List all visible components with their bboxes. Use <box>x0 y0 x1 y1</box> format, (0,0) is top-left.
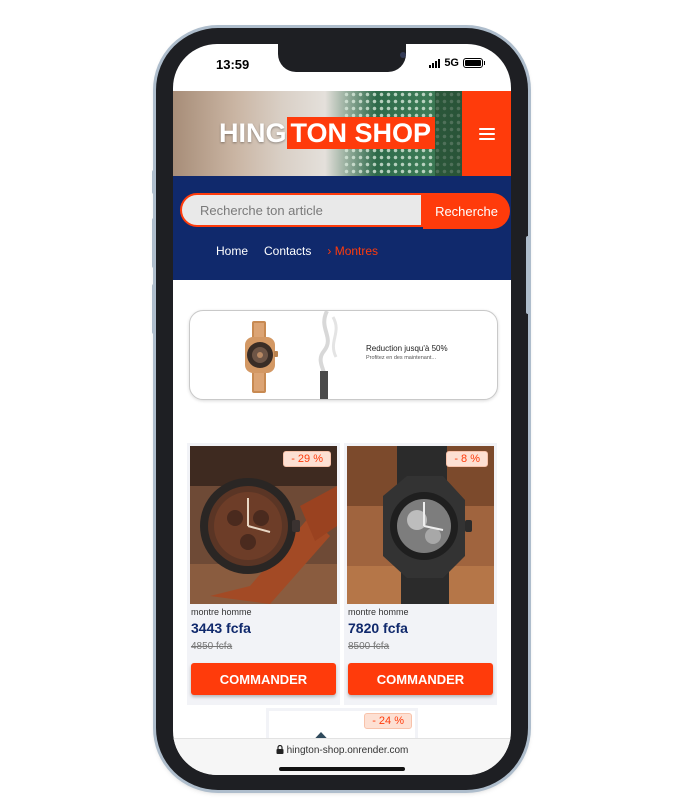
search-nav-band: Recherche Home Contacts › Montres <box>173 176 511 280</box>
search-button[interactable]: Recherche <box>423 193 510 229</box>
nav-home-link[interactable]: Home <box>216 244 248 258</box>
status-time: 13:59 <box>216 57 250 72</box>
order-button[interactable]: COMMANDER <box>191 663 336 695</box>
search-input[interactable] <box>180 193 423 227</box>
order-button[interactable]: COMMANDER <box>348 663 493 695</box>
signal-icon <box>429 58 441 68</box>
promo-text: Reduction jusqu'à 50% Profitez en des ma… <box>366 344 448 361</box>
discount-badge: - 8 % <box>446 451 488 467</box>
phone-screen: 13:59 5G HING TON SHOP Recherche Home Co… <box>173 44 511 775</box>
promo-watch-image <box>245 311 338 399</box>
hamburger-icon <box>478 127 495 140</box>
logo-text-part2: TON SHOP <box>286 117 436 149</box>
product-price: 7820 fcfa <box>348 620 408 636</box>
phone-silent-switch <box>152 170 156 194</box>
lock-icon <box>276 744 284 754</box>
shop-logo[interactable]: HING TON SHOP <box>219 117 436 149</box>
nav-contacts-link[interactable]: Contacts <box>264 244 311 258</box>
url-display[interactable]: hington-shop.onrender.com <box>173 744 511 756</box>
promo-title: Reduction jusqu'à 50% <box>366 344 448 353</box>
phone-power-button <box>526 236 530 314</box>
camera <box>400 52 406 58</box>
notch <box>278 44 406 72</box>
discount-badge: - 24 % <box>364 713 412 729</box>
product-price: 3443 fcfa <box>191 620 251 636</box>
product-category: montre homme <box>348 607 409 617</box>
logo-text-part1: HING <box>219 118 287 148</box>
hero-banner: HING TON SHOP <box>173 91 511 176</box>
status-indicators: 5G <box>429 57 485 69</box>
browser-url-bar[interactable]: hington-shop.onrender.com <box>173 738 511 775</box>
product-old-price: 4850 fcfa <box>191 641 233 652</box>
network-type: 5G <box>444 57 459 69</box>
home-indicator[interactable] <box>279 767 405 771</box>
product-image[interactable]: - 8 % <box>347 446 494 604</box>
search-bar: Recherche <box>180 193 510 229</box>
promo-subtitle: Profitez en des maintenant... <box>366 355 437 361</box>
battery-icon <box>463 58 485 68</box>
product-category: montre homme <box>191 607 252 617</box>
discount-badge: - 29 % <box>283 451 331 467</box>
promo-banner[interactable]: Reduction jusqu'à 50% Profitez en des ma… <box>189 310 498 400</box>
url-text: hington-shop.onrender.com <box>286 745 409 756</box>
phone-volume-up <box>152 218 156 268</box>
phone-volume-down <box>152 284 156 334</box>
nav-links: Home Contacts › Montres <box>216 244 378 258</box>
nav-current-montres[interactable]: › Montres <box>327 244 378 258</box>
menu-button[interactable] <box>462 91 511 176</box>
product-card[interactable]: - 29 % montre homme 3443 fcfa 4850 fcfa … <box>187 443 340 705</box>
product-image[interactable]: - 29 % <box>190 446 337 604</box>
watch-image-leather <box>190 446 337 604</box>
watch-image-skeleton <box>347 446 494 604</box>
product-card[interactable]: - 8 % montre homme 7820 fcfa 8500 fcfa C… <box>344 443 497 705</box>
product-old-price: 8500 fcfa <box>348 641 390 652</box>
